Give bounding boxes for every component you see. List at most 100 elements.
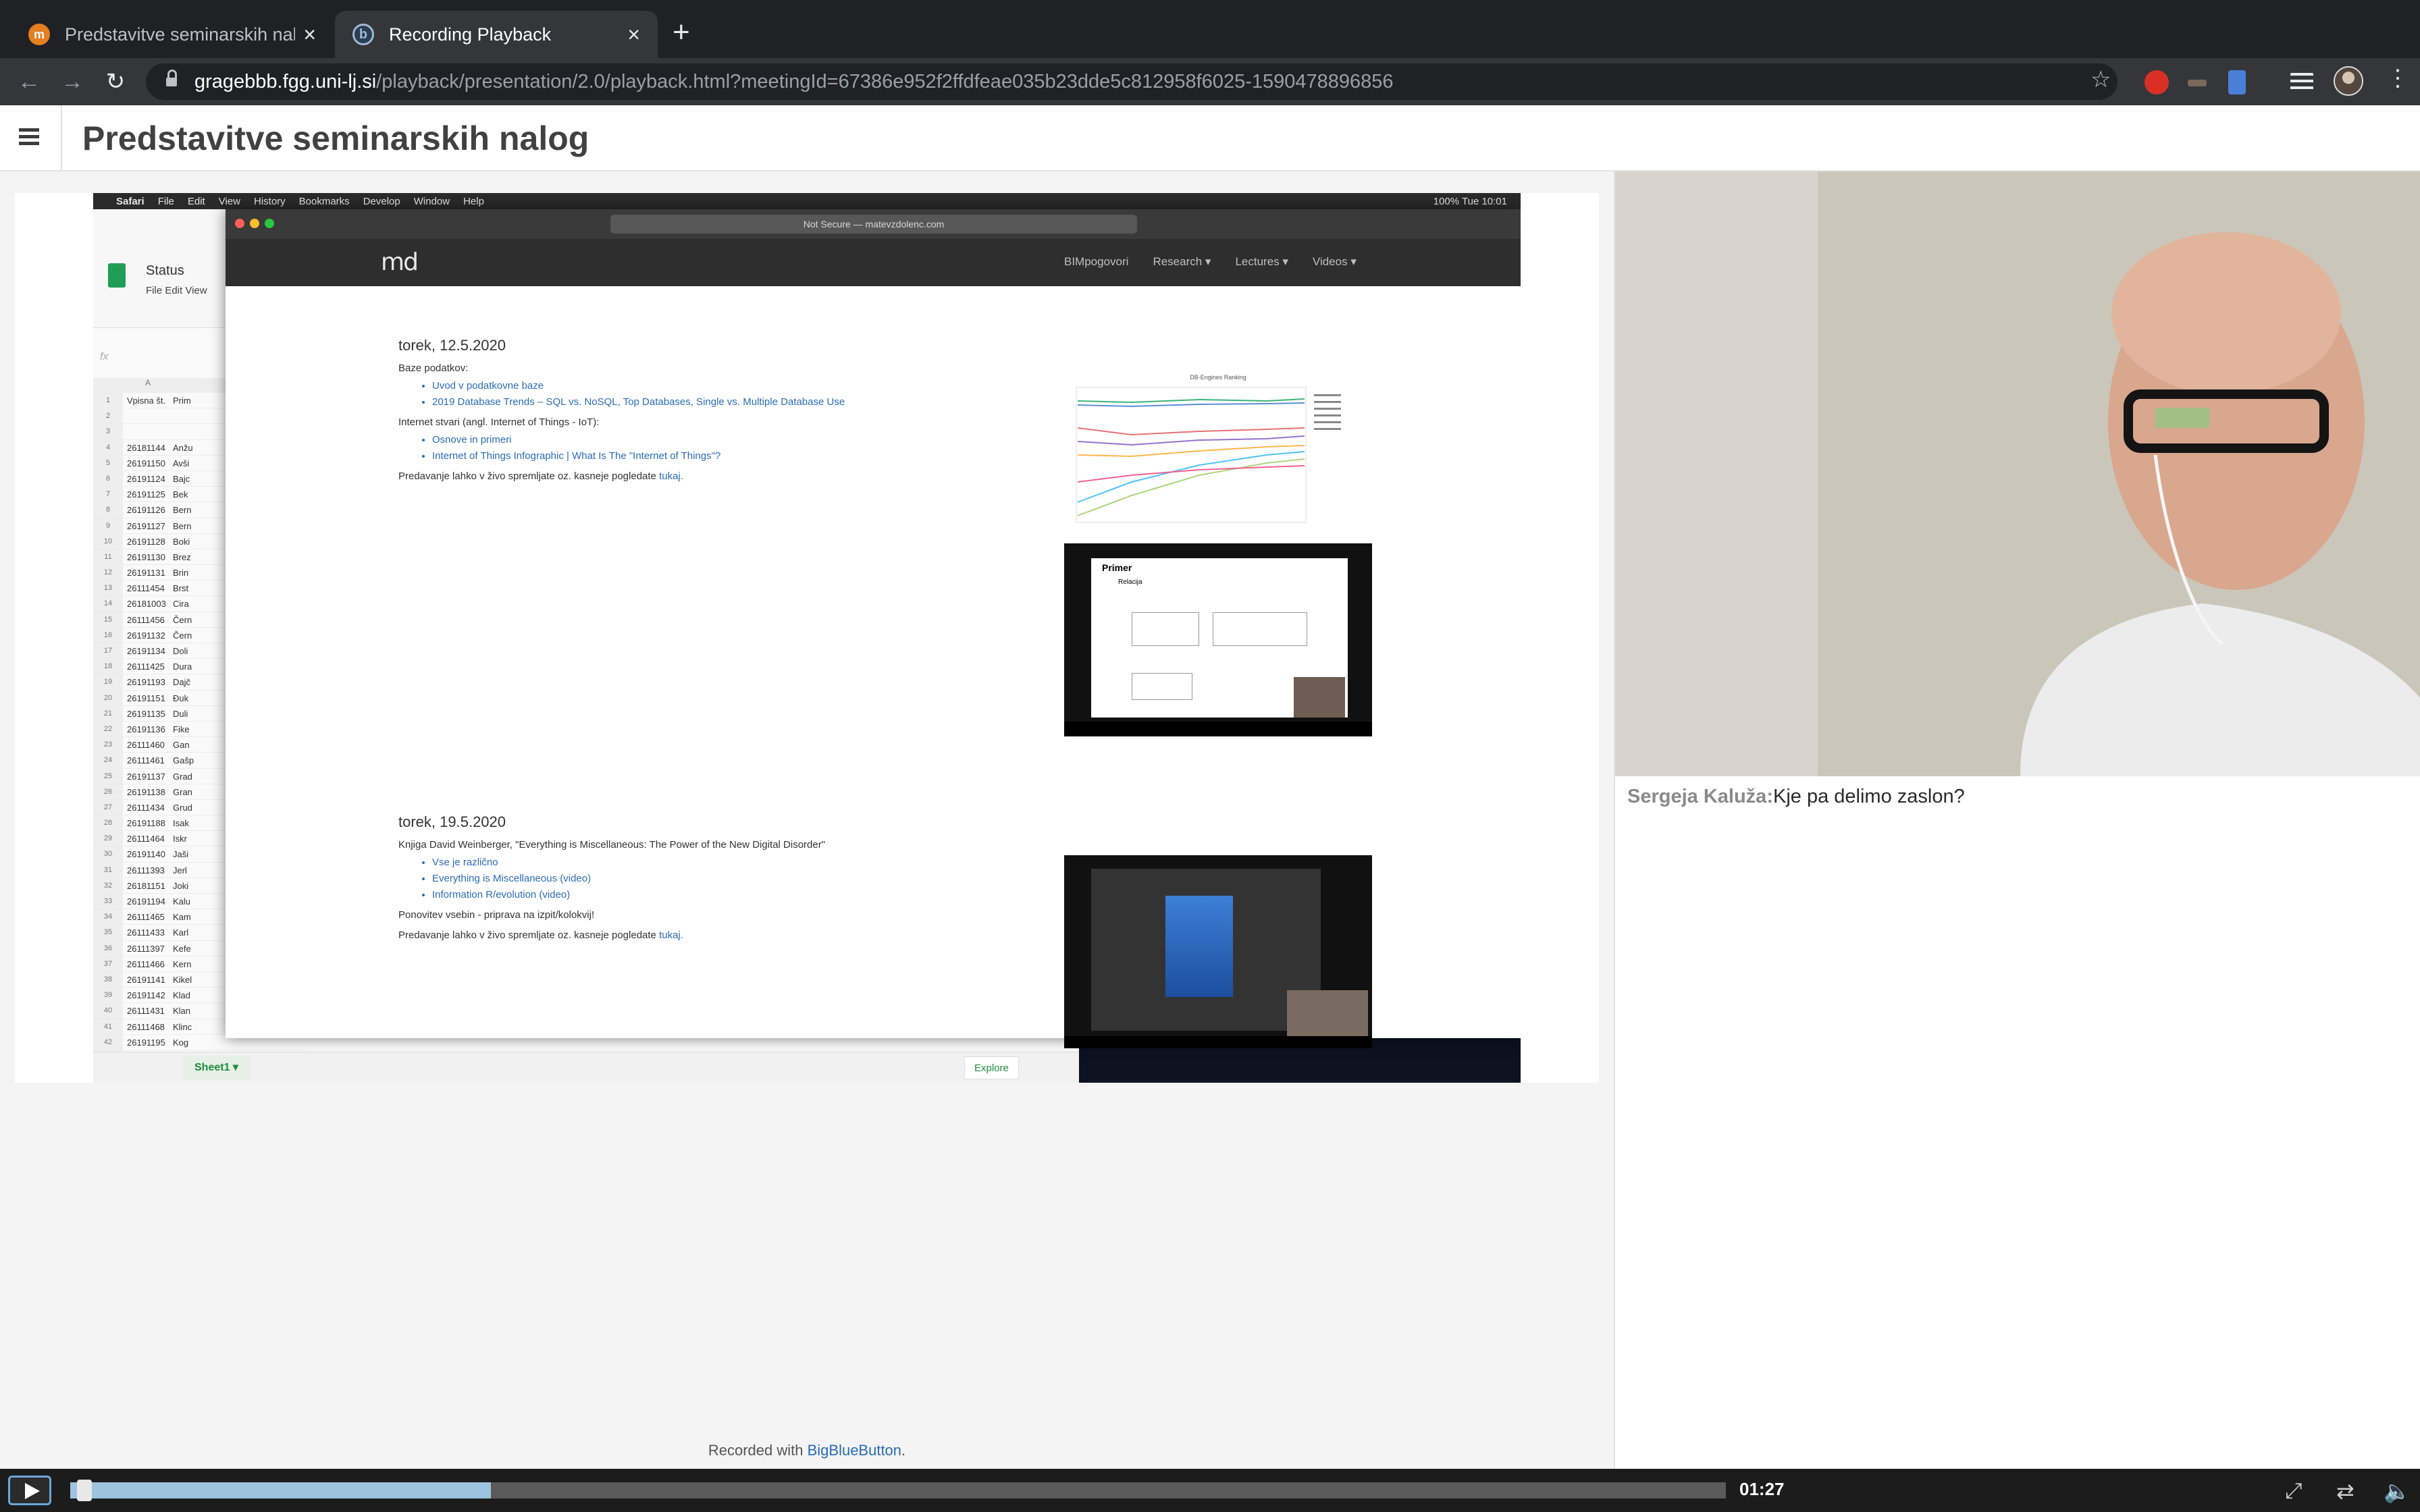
sheet-cell: Joki [173,880,189,891]
close-icon[interactable]: × [303,22,316,47]
play-button[interactable] [8,1476,51,1505]
sheet-cell: Brin [173,568,189,578]
tab-label: Recording Playback [389,24,552,45]
post-text: Predavanje lahko v živo spremljate oz. k… [398,929,656,941]
lock-icon [166,70,177,88]
address-bar[interactable]: gragebbb.fgg.uni-lj.si/playback/presenta… [146,63,2118,100]
sheet-cell: Gran [173,786,192,797]
chat-message: Sergeja Kaluža:Kje pa delimo zaslon? [1627,786,1965,808]
site-nav-item: Lectures ▾ [1235,255,1288,268]
recorded-prefix: Recorded with [708,1442,808,1459]
post-link: Osnove in primeri [432,432,1006,448]
sheet-cell: Čern [173,630,192,641]
browser-tab-bar: m Predstavitve seminarskih nalog × b Rec… [0,0,2420,58]
sheet-cell: 26191126 [127,505,165,516]
seek-handle[interactable] [76,1480,92,1501]
lecture-video-thumbnail [1064,855,1372,1048]
post-link: tukaj. [659,470,683,482]
bigbluebutton-link[interactable]: BigBlueButton [808,1442,901,1459]
swap-layout-icon[interactable]: ⇄ [2336,1478,2355,1504]
sheet-cell: 26111434 [127,802,165,813]
sheet-cell: Bajc [173,473,190,484]
mac-menu-item: Bookmarks [298,195,350,207]
sheet-cell: 26181003 [127,599,166,610]
sheet-cell: 26191142 [127,990,165,1001]
sheet-cell: 26191188 [127,818,165,829]
zoom-dot-icon [265,219,274,228]
mac-menu-item: Develop [363,195,400,207]
forward-arrow-icon[interactable]: → [58,68,86,96]
sheet-cell: Dajč [173,677,191,688]
recorded-with: Recorded with BigBlueButton. [0,1442,1614,1459]
sheet-cell: Jaši [173,849,189,860]
url-path: /playback/presentation/2.0/playback.html… [376,70,1394,92]
mac-status: 100% Tue 10:01 [1433,195,1507,207]
post-link: Everything is Miscellaneous (video) [432,871,1006,887]
sheet-cell: 26111456 [127,614,165,625]
volume-icon[interactable]: 🔈 [2384,1478,2411,1504]
sheet-title: Status [146,263,184,278]
sheet-footer: Sheet1 ▾ Explore [93,1052,1079,1083]
sheet-cell: Doli [173,646,188,656]
sheet-cell: 26191151 [127,693,165,703]
sheet-cell: Isak [173,818,189,829]
presenter-image [1615,171,2420,776]
sheet-cell: 26111433 [127,927,165,938]
sheet-cell: 26191150 [127,458,165,468]
sheet-cell: 26191193 [127,677,165,688]
sheet-menu: File Edit View [146,285,207,296]
playback-controls: 01:27 ⤢ ⇄ 🔈 [0,1469,2420,1512]
sheet-cell: Brst [173,583,189,594]
sheet-cell: Bern [173,505,192,516]
sheet-cell: Gan [173,740,190,751]
profile-avatar[interactable] [2334,66,2363,96]
sheet-cell: 26111461 [127,755,165,766]
menu-kebab-icon[interactable]: ⋮ [2386,65,2409,92]
tab-predstavitve[interactable]: m Predstavitve seminarskih nalog × [11,11,334,58]
sheet-cell: Jerl [173,865,187,875]
back-arrow-icon[interactable]: ← [15,68,43,96]
mac-menu-bar: Safari File Edit View History Bookmarks … [93,193,1521,209]
media-queue-icon[interactable] [2290,73,2313,92]
safari-window: Not Secure — matevzdolenc.com md BIMpogo… [226,209,1521,1048]
fullscreen-icon[interactable]: ⤢ [2285,1478,2303,1504]
sheet-cell: 26181144 [127,442,165,453]
sheet-cell: Duli [173,708,188,719]
chart-lines-image [1076,387,1341,523]
sheet-cell: 26191141 [127,974,165,985]
sheet-cell: 26111431 [127,1006,165,1017]
extension-icon[interactable] [2188,80,2207,86]
mac-menu-item: View [218,195,240,207]
site-nav-item: Research ▾ [1153,255,1211,268]
sheet-cell: Đuk [173,693,189,703]
site-logo: md [381,248,419,276]
sheet-cell: Klan [173,1006,191,1017]
progress-bar[interactable] [70,1480,1726,1501]
hamburger-menu-icon[interactable] [19,128,39,146]
reload-icon[interactable]: ↻ [101,68,130,96]
sheets-icon [108,263,126,288]
sheet-cell: 26191132 [127,630,165,641]
sheet-cell: Gašp [173,755,194,766]
post-text: Baze podatkov: [398,362,469,374]
extension-pen-icon[interactable] [2228,70,2246,94]
sheet-cell: Klad [173,990,191,1001]
sheet-cell: 26191125 [127,489,165,500]
sheet-cell: Avši [173,458,190,468]
sheet-cell: Klinc [173,1021,192,1032]
buffered-range [70,1482,491,1498]
post-link: Information R/evolution (video) [432,887,1006,903]
bookmark-star-icon[interactable]: ☆ [2090,66,2111,93]
extension-adblock-icon[interactable] [2145,70,2169,94]
sheet-cell: 26191140 [127,849,165,860]
webcam-video [1615,171,2420,776]
chart-image-title: DB-Engines Ranking [1190,374,1246,381]
db-ranking-chart-image: DB-Engines Ranking [1064,371,1372,540]
tab-recording-playback[interactable]: b Recording Playback × [335,11,658,58]
sheet-cell: 26191194 [127,896,165,907]
safari-url: Not Secure — matevzdolenc.com [610,215,1137,234]
close-icon[interactable]: × [627,22,640,47]
new-tab-icon[interactable]: + [673,18,690,47]
page-title: Predstavitve seminarskih nalog [82,119,589,157]
shared-screen: Safari File Edit View History Bookmarks … [93,193,1521,1083]
